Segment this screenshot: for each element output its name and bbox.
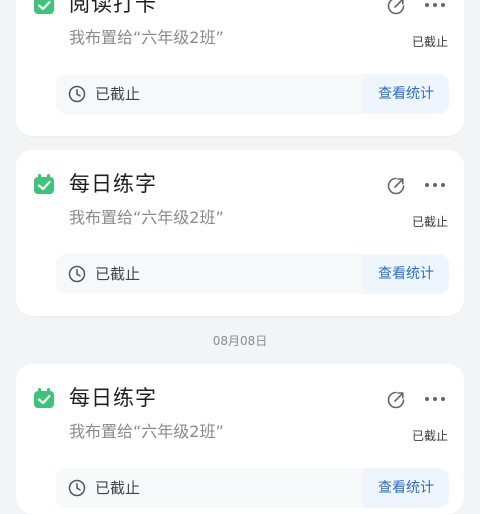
calendar-check-icon bbox=[34, 174, 54, 194]
status-text: 已截止 bbox=[95, 265, 141, 283]
status-text: 已截止 bbox=[95, 85, 141, 103]
status-badge: 已截止 bbox=[411, 429, 448, 443]
task-title: 每日练字 bbox=[69, 172, 157, 196]
date-separator: 08月08日 bbox=[212, 334, 268, 348]
more-dots-icon[interactable] bbox=[424, 396, 446, 402]
more-dots-icon[interactable] bbox=[424, 2, 446, 8]
task-card[interactable]: 每日练字 我布置给“六年级2班” 已截止 已截止 查看统计 bbox=[16, 150, 464, 316]
task-card[interactable]: 阅读打卡 我布置给“六年级2班” 已截止 已截止 查看统计 bbox=[16, 0, 464, 136]
share-icon[interactable] bbox=[386, 176, 406, 196]
clock-icon bbox=[68, 479, 86, 497]
task-assignee: 我布置给“六年级2班” bbox=[69, 422, 224, 441]
task-card[interactable]: 每日练字 我布置给“六年级2班” 已截止 已截止 查看统计 bbox=[16, 364, 464, 514]
task-title: 阅读打卡 bbox=[69, 0, 157, 16]
status-bar: 已截止 查看统计 bbox=[56, 74, 449, 114]
view-stats-button[interactable]: 查看统计 bbox=[363, 468, 449, 508]
task-title: 每日练字 bbox=[69, 386, 157, 410]
status-bar: 已截止 查看统计 bbox=[56, 468, 449, 508]
status-badge: 已截止 bbox=[411, 35, 448, 49]
status-text: 已截止 bbox=[95, 479, 141, 497]
view-stats-button[interactable]: 查看统计 bbox=[363, 74, 449, 114]
calendar-check-icon bbox=[34, 388, 54, 408]
view-stats-button[interactable]: 查看统计 bbox=[363, 254, 449, 294]
clock-icon bbox=[68, 85, 86, 103]
task-assignee: 我布置给“六年级2班” bbox=[69, 28, 224, 47]
status-bar: 已截止 查看统计 bbox=[56, 254, 449, 294]
calendar-check-icon bbox=[34, 0, 54, 14]
share-icon[interactable] bbox=[386, 390, 406, 410]
clock-icon bbox=[68, 265, 86, 283]
task-assignee: 我布置给“六年级2班” bbox=[69, 208, 224, 227]
share-icon[interactable] bbox=[386, 0, 406, 16]
status-badge: 已截止 bbox=[411, 215, 448, 229]
more-dots-icon[interactable] bbox=[424, 182, 446, 188]
